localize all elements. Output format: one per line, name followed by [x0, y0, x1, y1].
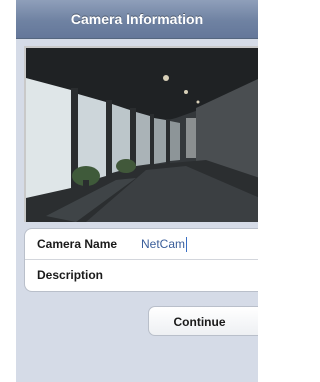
continue-button[interactable]: Continue	[148, 306, 258, 336]
description-row[interactable]: Description	[25, 260, 258, 290]
description-label: Description	[37, 268, 104, 282]
camera-name-value: NetCam	[141, 237, 186, 251]
text-caret	[186, 237, 188, 253]
camera-preview-image	[24, 46, 258, 222]
camera-info-screen: Camera Information Camera Name NetCam De…	[16, 0, 258, 382]
camera-name-field[interactable]: NetCam	[141, 229, 188, 259]
navigation-bar: Camera Information	[16, 0, 258, 39]
page-title: Camera Information	[70, 11, 204, 27]
camera-name-label: Camera Name	[37, 237, 118, 251]
camera-details-form: Camera Name NetCam Description	[24, 228, 258, 292]
camera-name-row[interactable]: Camera Name NetCam	[25, 229, 258, 260]
